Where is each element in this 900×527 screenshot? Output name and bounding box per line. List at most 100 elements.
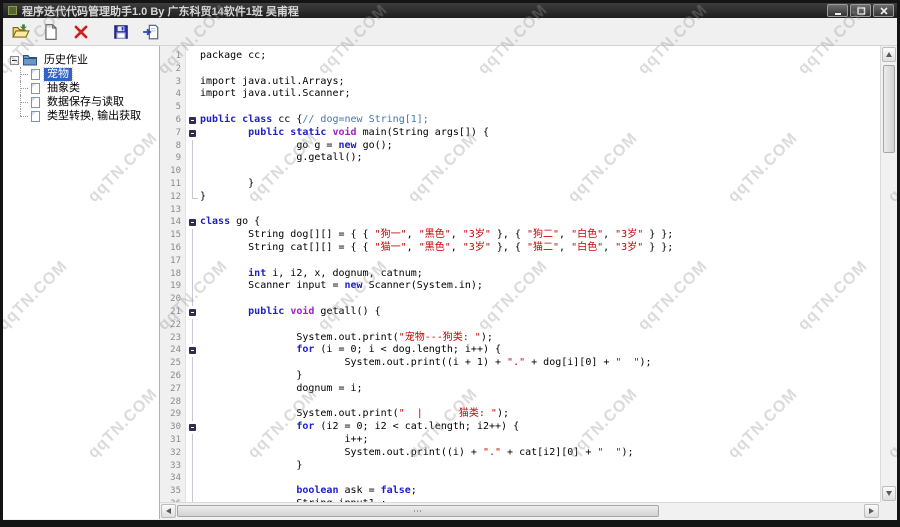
history-tree-panel: 历史作业 宠物抽象类数据保存与读取类型转换, 输出获取 xyxy=(3,46,160,519)
code-text: System.out.print("宠物---狗类: "); xyxy=(200,332,493,345)
code-line[interactable]: 5 xyxy=(160,101,880,114)
code-line[interactable]: 16String cat[][] = { { "猫一", "黑色", "3岁" … xyxy=(160,242,880,255)
code-line[interactable]: 19Scanner input = new Scanner(System.in)… xyxy=(160,280,880,293)
tree-root-label: 历史作业 xyxy=(41,54,91,67)
line-number: 26 xyxy=(160,370,186,383)
vertical-scrollbar[interactable] xyxy=(880,46,897,502)
code-viewport[interactable]: 1package cc;23import java.util.Arrays;4i… xyxy=(160,46,880,502)
code-line[interactable]: 28 xyxy=(160,396,880,409)
code-line[interactable]: 17 xyxy=(160,255,880,268)
code-line[interactable]: 33} xyxy=(160,460,880,473)
code-line[interactable]: 29System.out.print(" | 猫类: "); xyxy=(160,408,880,421)
scroll-up-button[interactable] xyxy=(882,47,896,62)
vertical-scroll-thumb[interactable] xyxy=(883,65,895,153)
collapse-expander-icon[interactable] xyxy=(10,56,19,65)
fold-margin xyxy=(186,140,200,153)
fold-marker-icon[interactable] xyxy=(186,114,200,127)
tree-item[interactable]: 数据保存与读取 xyxy=(3,95,159,109)
line-number: 6 xyxy=(160,114,186,127)
line-number: 30 xyxy=(160,421,186,434)
code-line[interactable]: 2 xyxy=(160,63,880,76)
code-line[interactable]: 20 xyxy=(160,293,880,306)
code-line[interactable]: 23 System.out.print("宠物---狗类: "); xyxy=(160,332,880,345)
line-number: 25 xyxy=(160,357,186,370)
code-line[interactable]: 13 xyxy=(160,204,880,217)
code-line[interactable]: 30for (i2 = 0; i2 < cat.length; i2++) { xyxy=(160,421,880,434)
horizontal-scrollbar[interactable] xyxy=(160,502,880,519)
code-line[interactable]: 34 xyxy=(160,472,880,485)
fold-margin xyxy=(186,268,200,281)
line-number: 5 xyxy=(160,101,186,114)
code-text: String dog[][] = { { "狗一", "黑色", "3岁" },… xyxy=(200,229,673,242)
title-bar: 程序迭代代码管理助手1.0 By 广东科贸14软件1班 吴甫程 xyxy=(3,3,897,18)
code-line[interactable]: 32System.out.print((i) + "." + cat[i2][0… xyxy=(160,447,880,460)
code-line[interactable]: 7public static void main(String args[]) … xyxy=(160,127,880,140)
code-line[interactable]: 25System.out.print((i + 1) + "." + dog[i… xyxy=(160,357,880,370)
fold-marker-icon[interactable] xyxy=(186,421,200,434)
code-line[interactable]: 12} xyxy=(160,191,880,204)
code-editor[interactable]: 1package cc;23import java.util.Arrays;4i… xyxy=(160,46,897,519)
delete-button[interactable] xyxy=(70,21,92,43)
line-number: 28 xyxy=(160,396,186,409)
fold-marker-icon[interactable] xyxy=(186,344,200,357)
code-line[interactable]: 6public class cc {// dog=new String[1]; xyxy=(160,114,880,127)
minimize-button[interactable] xyxy=(827,4,848,17)
line-number: 24 xyxy=(160,344,186,357)
fold-margin xyxy=(186,370,200,383)
fold-margin xyxy=(186,396,200,409)
open-button[interactable] xyxy=(10,21,32,43)
fold-marker-icon[interactable] xyxy=(186,306,200,319)
fold-margin xyxy=(186,332,200,345)
code-line[interactable]: 18int i, i2, x, dognum, catnum; xyxy=(160,268,880,281)
scroll-left-button[interactable] xyxy=(161,504,176,518)
code-text: i++; xyxy=(200,434,369,447)
line-number: 1 xyxy=(160,50,186,63)
tree-item[interactable]: 抽象类 xyxy=(3,81,159,95)
code-line[interactable]: 11} xyxy=(160,178,880,191)
fold-marker-icon[interactable] xyxy=(186,216,200,229)
import-button[interactable] xyxy=(140,21,162,43)
code-line[interactable]: 21public void getall() { xyxy=(160,306,880,319)
code-line[interactable]: 24for (i = 0; i < dog.length; i++) { xyxy=(160,344,880,357)
app-icon xyxy=(8,6,17,15)
code-line[interactable]: 27dognum = i; xyxy=(160,383,880,396)
code-line[interactable]: 14class go { xyxy=(160,216,880,229)
save-button[interactable] xyxy=(110,21,132,43)
tree-connector-line xyxy=(18,67,29,81)
fold-marker-icon[interactable] xyxy=(186,127,200,140)
line-number: 3 xyxy=(160,76,186,89)
close-button[interactable] xyxy=(873,4,894,17)
code-text: g.getall(); xyxy=(200,152,363,165)
line-number: 2 xyxy=(160,63,186,76)
tree-root-item[interactable]: 历史作业 xyxy=(3,53,159,67)
tree-item[interactable]: 宠物 xyxy=(3,67,159,81)
code-line[interactable]: 26} xyxy=(160,370,880,383)
new-button[interactable] xyxy=(40,21,62,43)
code-line[interactable]: 3import java.util.Arrays; xyxy=(160,76,880,89)
maximize-button[interactable] xyxy=(850,4,871,17)
scroll-down-button[interactable] xyxy=(882,486,896,501)
tree-item-label: 数据保存与读取 xyxy=(44,96,127,109)
horizontal-scroll-thumb[interactable] xyxy=(177,505,659,517)
line-number: 17 xyxy=(160,255,186,268)
line-number: 10 xyxy=(160,165,186,178)
line-number: 23 xyxy=(160,332,186,345)
code-line[interactable]: 15String dog[][] = { { "狗一", "黑色", "3岁" … xyxy=(160,229,880,242)
document-icon xyxy=(31,83,40,94)
code-line[interactable]: 22 xyxy=(160,319,880,332)
code-line[interactable]: 35boolean ask = false; xyxy=(160,485,880,498)
code-line[interactable]: 9 g.getall(); xyxy=(160,152,880,165)
scroll-right-button[interactable] xyxy=(864,504,879,518)
code-line[interactable]: 4import java.util.Scanner; xyxy=(160,88,880,101)
code-line[interactable]: 8go g = new go(); xyxy=(160,140,880,153)
code-line[interactable]: 10 xyxy=(160,165,880,178)
fold-margin xyxy=(186,242,200,255)
tree-item[interactable]: 类型转换, 输出获取 xyxy=(3,109,159,123)
line-number: 9 xyxy=(160,152,186,165)
folder-icon xyxy=(23,54,37,66)
code-line[interactable]: 31i++; xyxy=(160,434,880,447)
fold-margin xyxy=(186,63,200,76)
code-line[interactable]: 1package cc; xyxy=(160,50,880,63)
fold-margin xyxy=(186,357,200,370)
tree-connector-line xyxy=(18,109,29,123)
